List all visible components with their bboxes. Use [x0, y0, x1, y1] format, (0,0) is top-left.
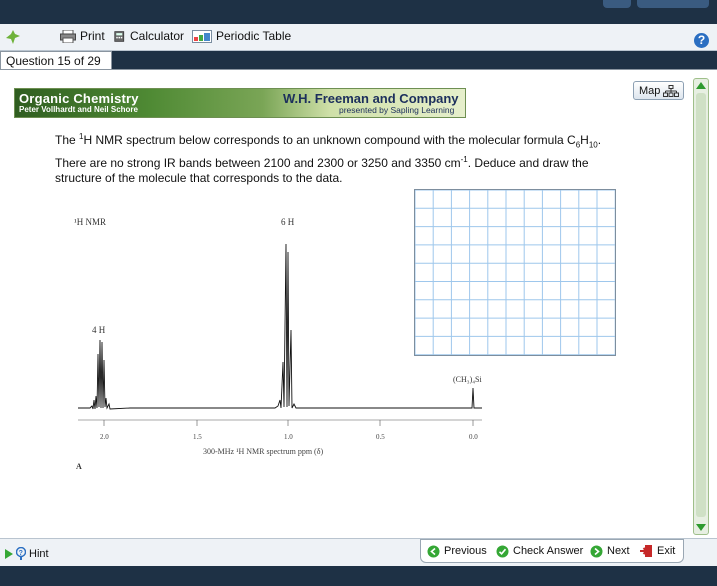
header-tab-right[interactable] [637, 0, 709, 8]
scroll-up-icon[interactable] [696, 82, 706, 89]
book-title: Organic Chemistry [19, 91, 139, 106]
expand-arrow-icon [5, 549, 13, 559]
vertical-scrollbar[interactable] [693, 78, 709, 535]
map-button[interactable]: Map [633, 81, 684, 100]
previous-icon [427, 545, 440, 557]
exit-label: Exit [657, 545, 676, 557]
scroll-down-icon[interactable] [696, 524, 706, 531]
footer-strip [0, 566, 717, 586]
periodic-table-button[interactable]: Periodic Table [192, 29, 291, 43]
peak-label-6h: 6 H [281, 217, 295, 227]
tick-label-2-0: 2.0 [100, 433, 109, 441]
prompt-line-2: There are no strong IR bands between 210… [55, 155, 589, 171]
axis-caption: 300-MHz ¹H NMR spectrum ppm (δ) [203, 447, 323, 456]
hint-label: Hint [29, 548, 49, 560]
canvas-grid [414, 189, 616, 356]
question-tab[interactable]: Question 15 of 29 [0, 51, 112, 70]
calculator-icon [114, 30, 125, 42]
tick-label-1-0: 1.0 [284, 433, 293, 441]
panel-letter: A [76, 462, 82, 471]
x-axis-ticks [103, 420, 474, 426]
next-label: Next [607, 545, 630, 557]
check-icon [496, 545, 509, 557]
book-authors: Peter Vollhardt and Neil Schore [19, 105, 138, 114]
map-icon [663, 85, 679, 97]
map-label: Map [639, 85, 661, 97]
question-panel: Organic Chemistry Peter Vollhardt and Ne… [0, 70, 717, 566]
periodic-table-label: Periodic Table [216, 29, 292, 43]
peak-label-tms: (CH₃)₄Si [453, 375, 482, 384]
top-header [0, 0, 717, 24]
presented-by: presented by Sapling Learning [339, 105, 455, 115]
exit-button[interactable]: Exit [639, 542, 675, 560]
svg-text:?: ? [19, 550, 23, 557]
previous-button[interactable]: Previous [427, 542, 487, 560]
periodic-table-icon [192, 29, 212, 43]
prompt-line-1: The 1H NMR spectrum below corresponds to… [55, 132, 602, 150]
header-tab-left[interactable] [603, 0, 631, 8]
tick-label-0-5: 0.5 [376, 433, 385, 441]
print-label: Print [80, 29, 105, 43]
printer-icon [60, 29, 76, 43]
navigation-panel: Previous Check Answer Next Exit [420, 539, 684, 563]
app-logo-icon [6, 30, 20, 44]
help-icon[interactable]: ? [694, 33, 709, 48]
drawing-canvas[interactable] [414, 189, 616, 356]
tick-label-0-0: 0.0 [469, 433, 478, 441]
print-button[interactable]: Print [60, 29, 105, 43]
scrollbar-thumb[interactable] [696, 93, 706, 517]
calculator-button[interactable]: Calculator [114, 29, 184, 43]
publisher-name: W.H. Freeman and Company [283, 91, 459, 106]
prompt-line-3: structure of the molecule that correspon… [55, 171, 343, 186]
question-prompt: The 1H NMR spectrum below corresponds to… [55, 129, 655, 186]
tick-label-1-5: 1.5 [193, 433, 202, 441]
peak-label-4h: 4 H [92, 325, 106, 335]
bottom-bar: ? Hint Previous Check Answer Next Exit [0, 538, 717, 567]
check-answer-label: Check Answer [513, 545, 584, 557]
hint-question-icon: ? [16, 547, 26, 560]
toolbar: Print Calculator Periodic Table ? [0, 24, 717, 51]
hint-button[interactable]: ? Hint [5, 547, 49, 561]
exit-icon [640, 545, 652, 557]
calculator-label: Calculator [130, 29, 185, 43]
textbook-banner: Organic Chemistry Peter Vollhardt and Ne… [14, 88, 466, 118]
next-button[interactable]: Next [590, 542, 630, 560]
previous-label: Previous [444, 545, 487, 557]
spectrum-title: ¹H NMR [74, 217, 106, 227]
next-icon [590, 545, 603, 557]
check-answer-button[interactable]: Check Answer [496, 542, 583, 560]
